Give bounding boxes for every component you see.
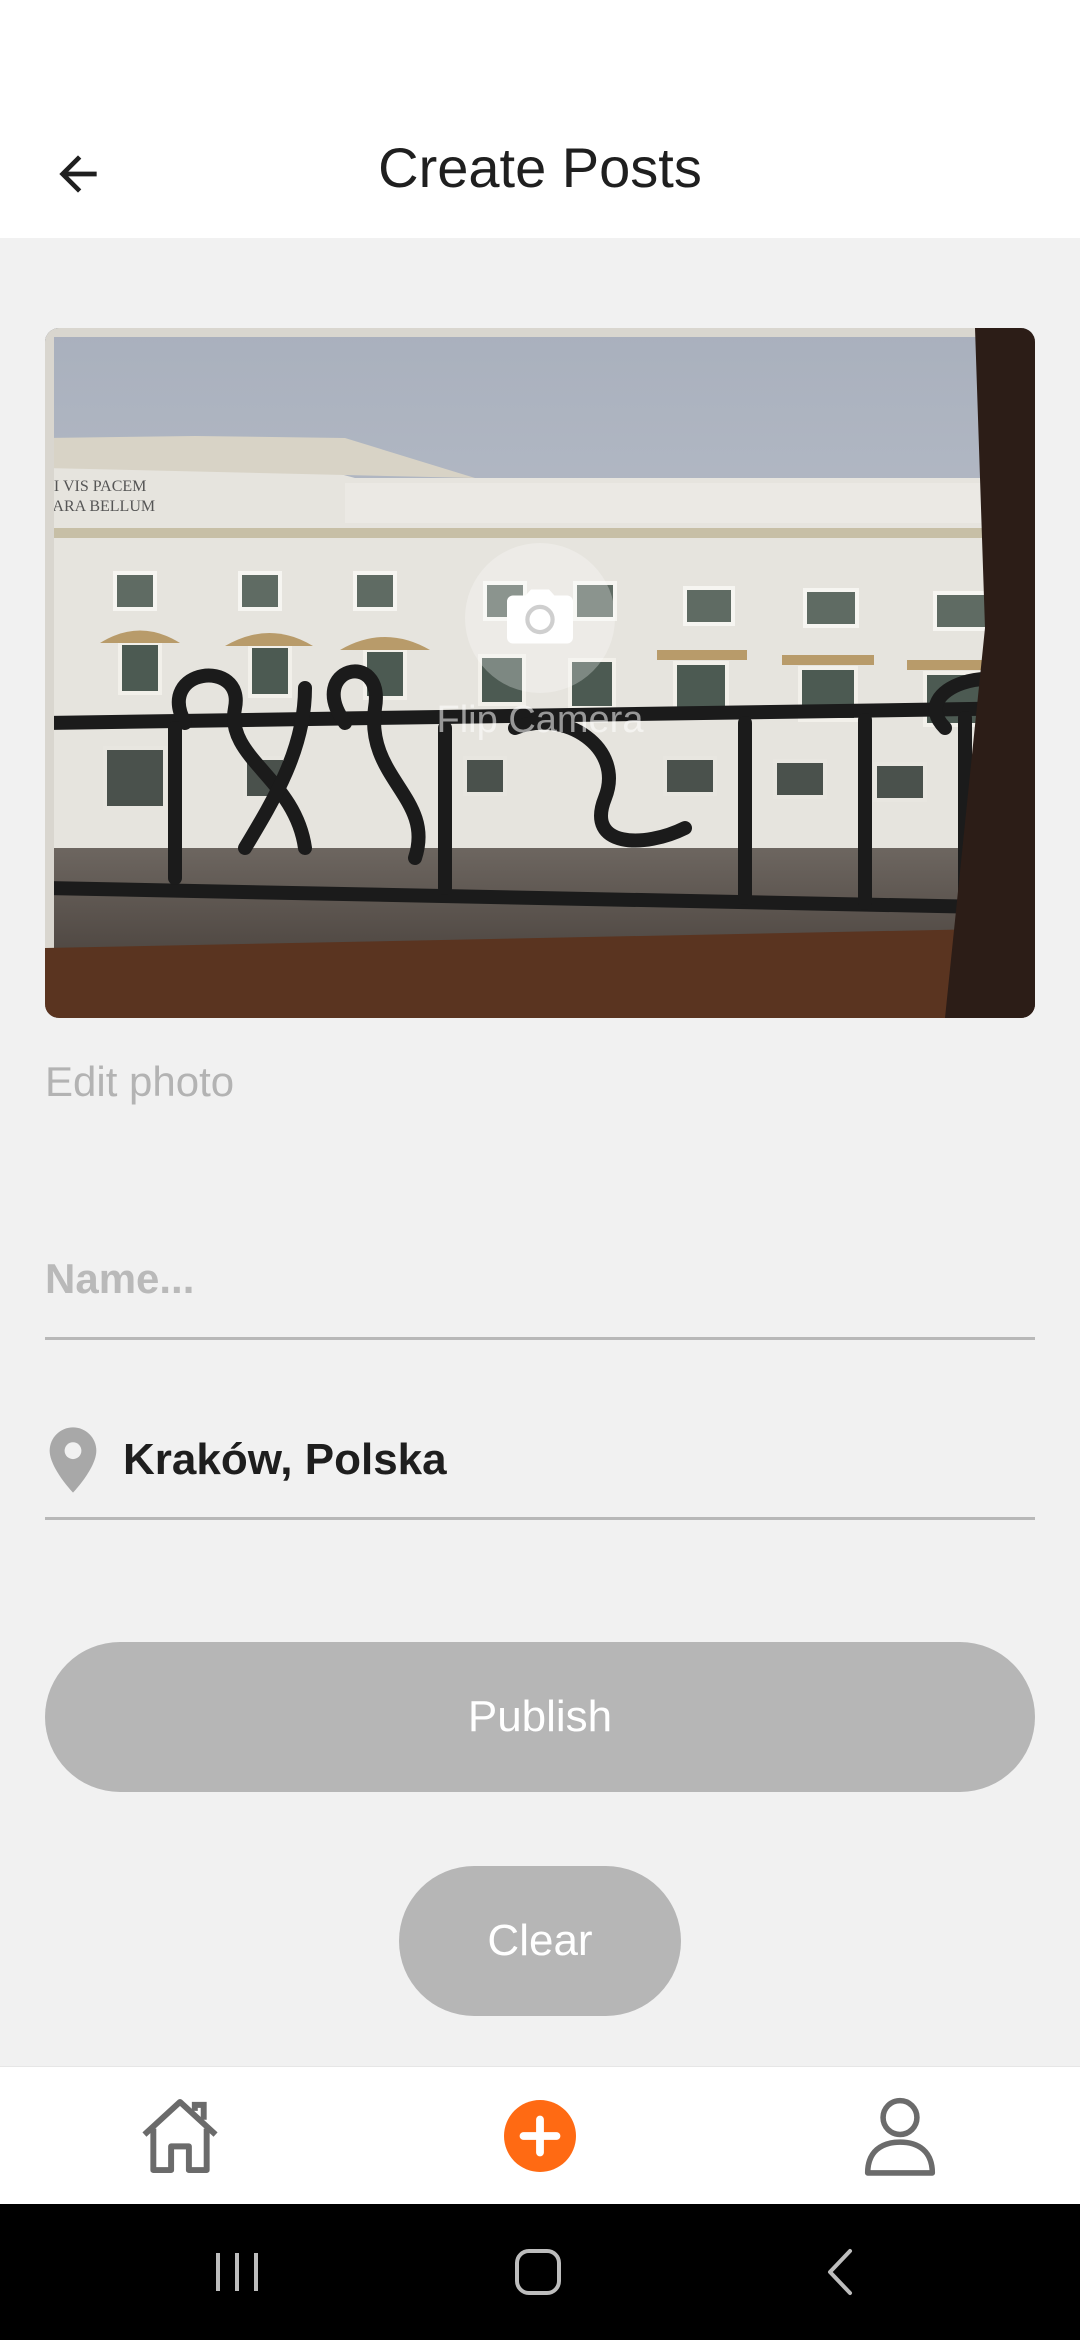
recent-apps-icon <box>216 2253 258 2291</box>
location-text: Kraków, Polska <box>123 1434 447 1484</box>
add-post-icon <box>504 2100 576 2172</box>
app-header: Create Posts <box>0 96 1080 238</box>
name-input[interactable] <box>45 1220 1035 1337</box>
camera-icon <box>507 589 573 644</box>
clear-button[interactable]: Clear <box>399 1866 681 2016</box>
home-icon <box>142 2098 218 2174</box>
back-system-button[interactable] <box>770 2204 910 2340</box>
home-system-button[interactable] <box>468 2204 608 2340</box>
engraved-text: PARA BELLUM <box>45 498 155 515</box>
location-pin-icon <box>49 1426 97 1493</box>
bottom-navigation <box>0 2066 1080 2204</box>
status-bar <box>0 0 1080 96</box>
nav-item-home[interactable] <box>110 2067 250 2205</box>
photo-preview[interactable]: SI VIS PACEM PARA BELLUM Flip Camera <box>45 328 1035 1018</box>
recent-apps-button[interactable] <box>167 2204 307 2340</box>
engraved-text: SI VIS PACEM <box>45 478 146 495</box>
back-button[interactable] <box>30 126 126 222</box>
chevron-left-icon <box>828 2249 852 2295</box>
flip-camera-circle <box>465 543 615 693</box>
home-square-icon <box>515 2249 561 2295</box>
system-navigation-bar <box>0 2204 1080 2340</box>
profile-icon <box>864 2097 936 2176</box>
arrow-left-icon <box>59 155 97 193</box>
flip-camera-label: Flip Camera <box>436 699 644 741</box>
nav-item-add-post[interactable] <box>470 2067 610 2205</box>
name-field-container <box>45 1220 1035 1340</box>
edit-photo-link[interactable]: Edit photo <box>45 1058 234 1106</box>
nav-item-profile[interactable] <box>830 2067 970 2205</box>
flip-camera-button[interactable]: Flip Camera <box>437 543 643 763</box>
location-field[interactable]: Kraków, Polska <box>45 1402 1035 1520</box>
publish-button[interactable]: Publish <box>45 1642 1035 1792</box>
page-title: Create Posts <box>378 135 702 199</box>
